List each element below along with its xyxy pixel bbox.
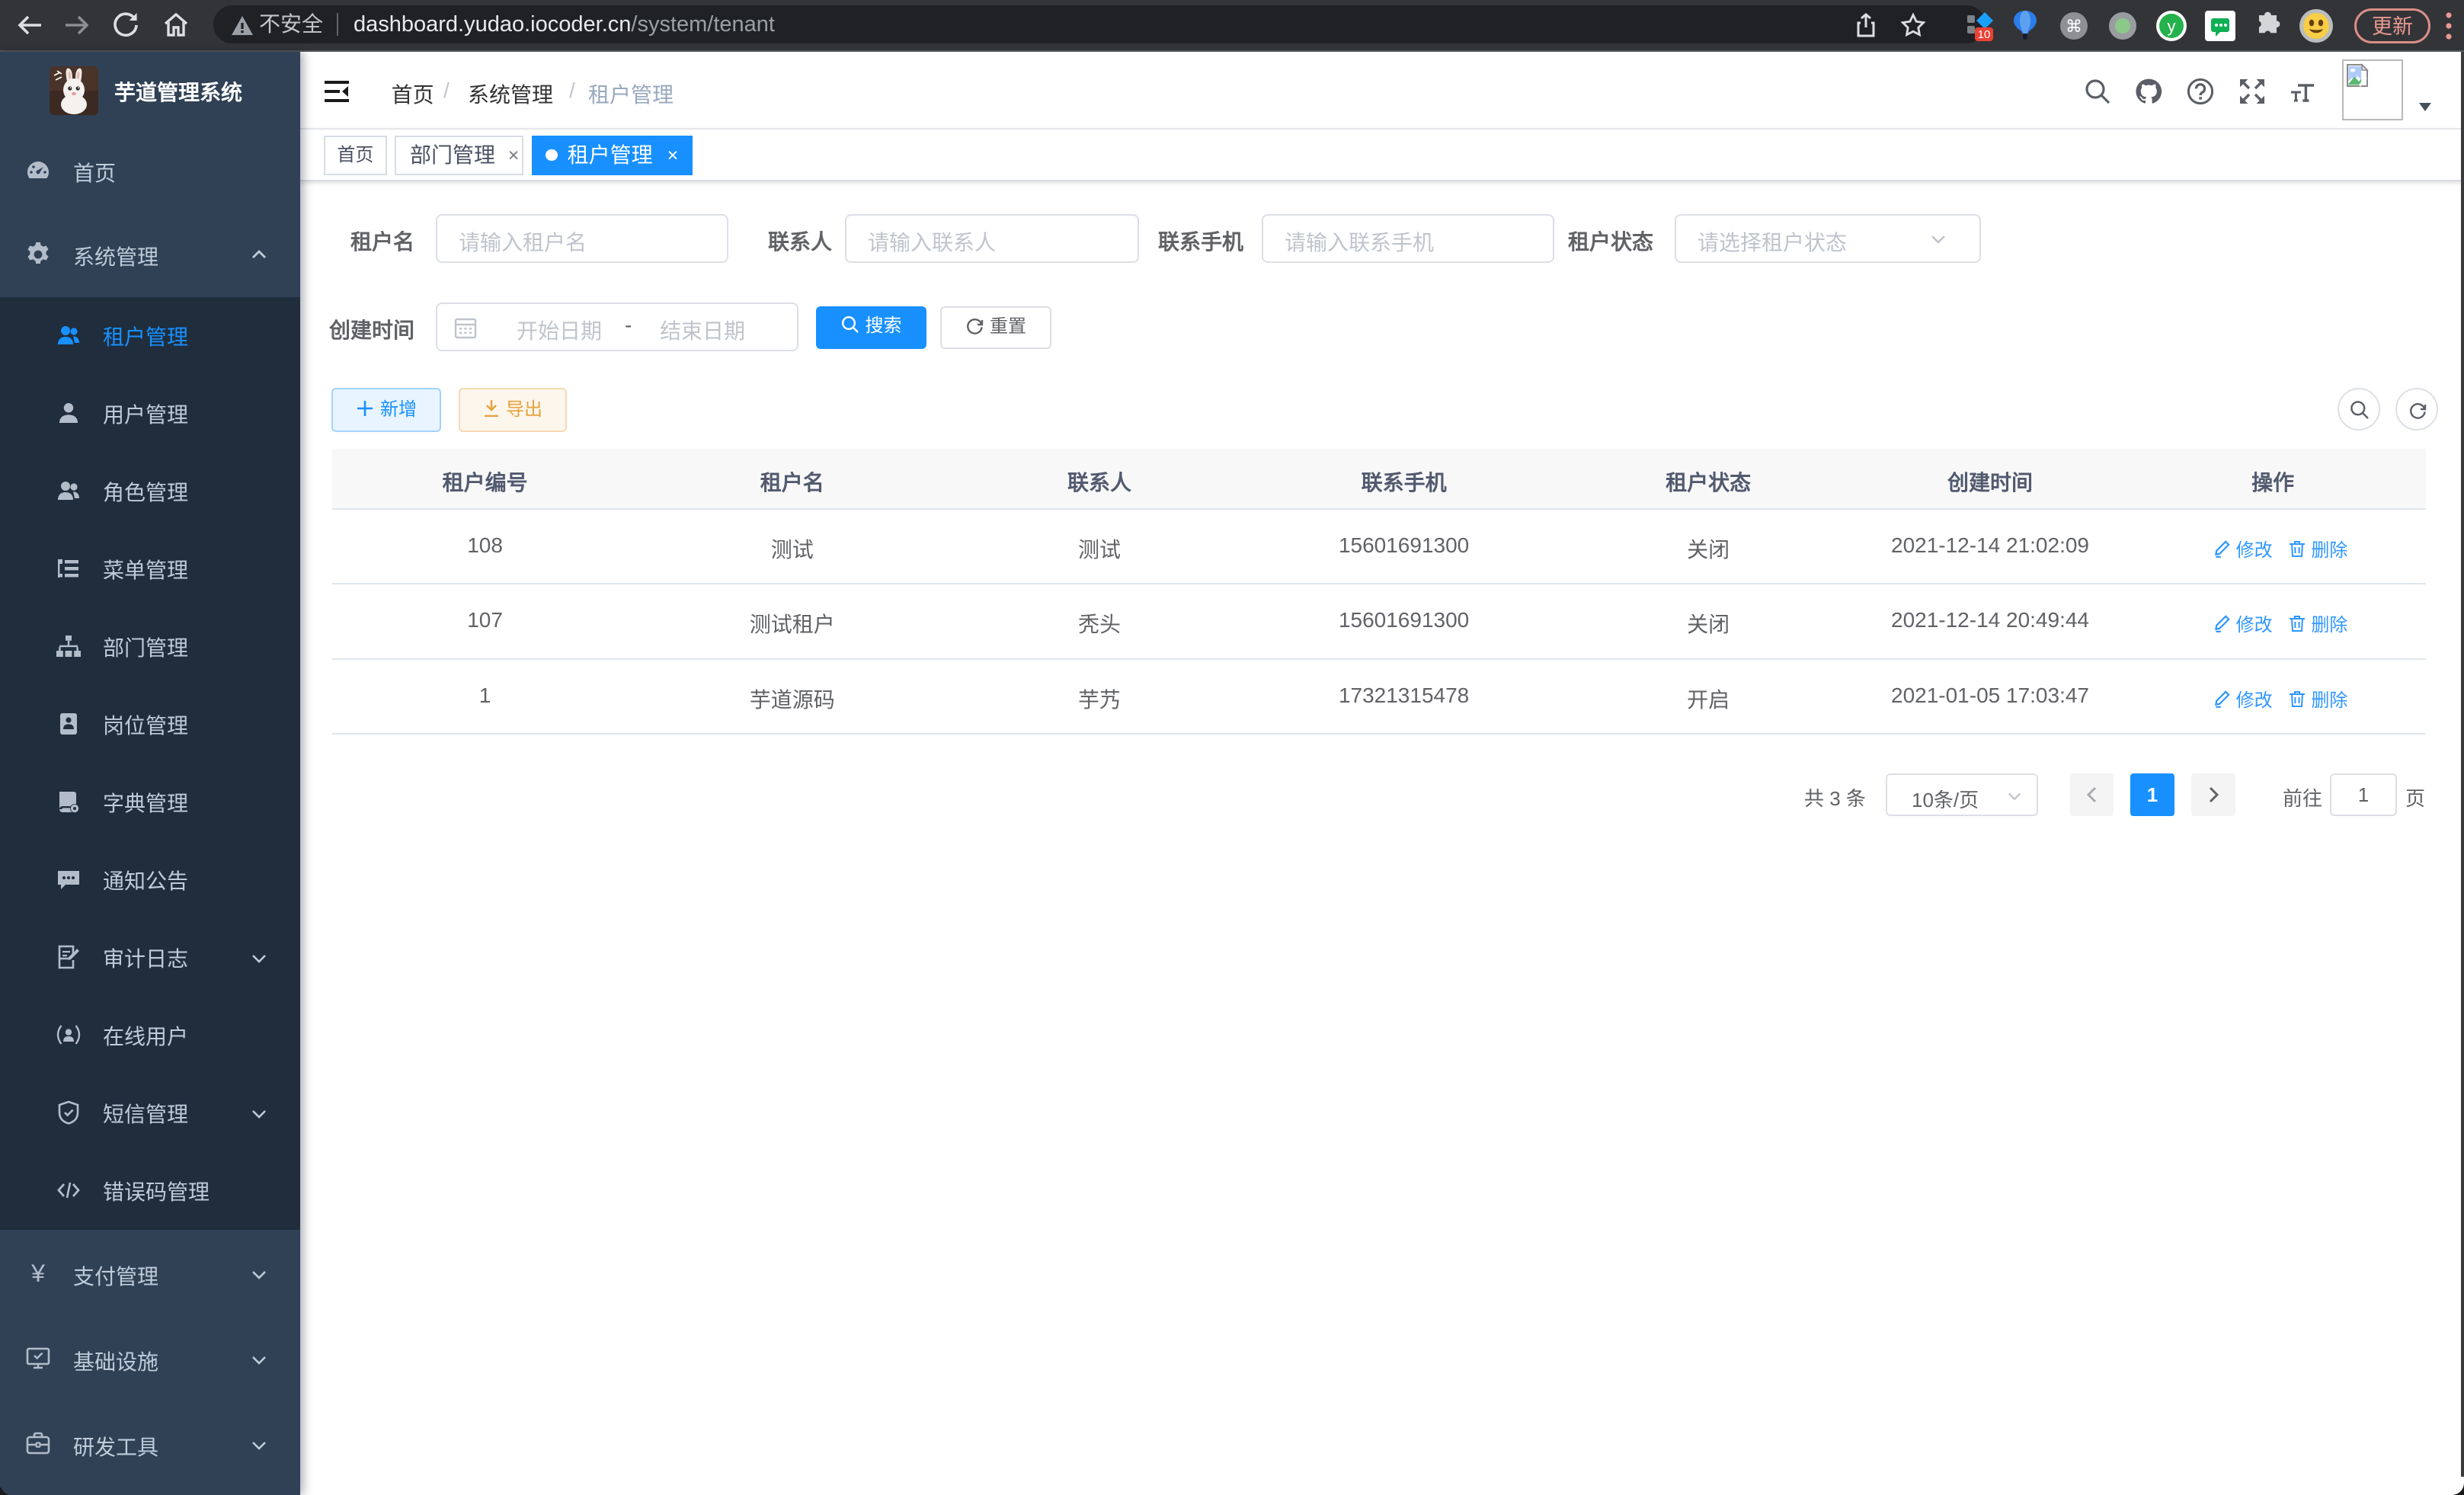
svg-text:10: 10 bbox=[1978, 28, 1991, 41]
svg-text:y: y bbox=[2168, 17, 2176, 36]
svg-text:¥: ¥ bbox=[30, 1260, 45, 1285]
svg-text:⌘: ⌘ bbox=[2066, 17, 2082, 36]
